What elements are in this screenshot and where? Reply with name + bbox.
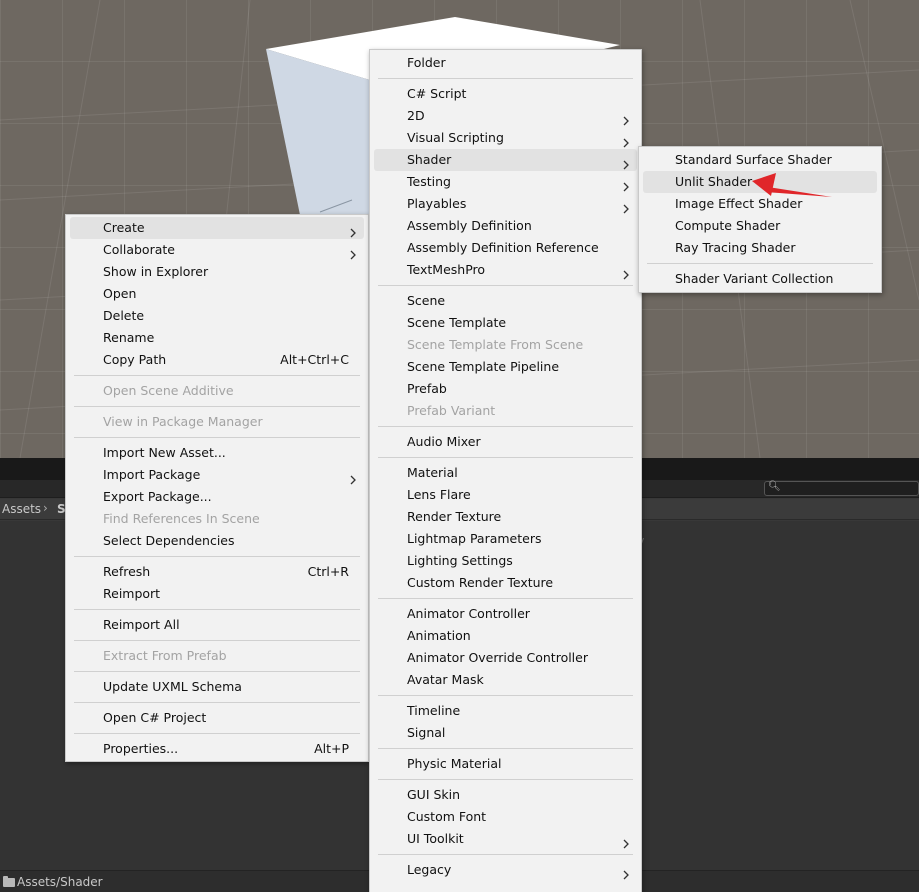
annotation-arrow <box>752 173 832 197</box>
